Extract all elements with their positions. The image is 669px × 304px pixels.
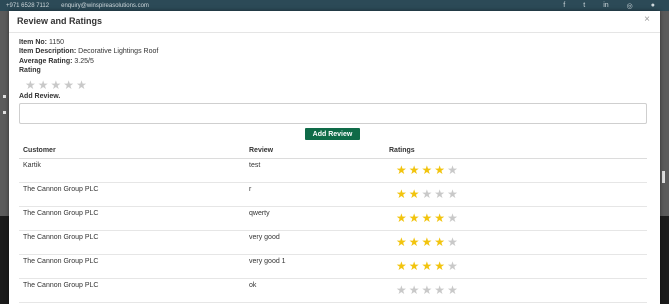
rating-stars: ★★★★★ xyxy=(396,211,460,225)
star-icon: ★ xyxy=(421,283,435,297)
table-body: Kartik test ★★★★★ The Cannon Group PLC r ★★★★… xyxy=(19,159,647,303)
customer-cell: The Cannon Group PLC xyxy=(23,210,99,217)
star-icon: ★ xyxy=(421,187,435,201)
customer-cell: Kartik xyxy=(23,162,41,169)
star-icon: ★ xyxy=(76,78,89,92)
customer-cell: The Cannon Group PLC xyxy=(23,258,99,265)
review-cell: qwerty xyxy=(249,210,270,217)
email-text: enquiry@winspireasolutions.com xyxy=(61,2,149,9)
item-no-value: 1150 xyxy=(48,39,65,46)
star-icon: ★ xyxy=(434,163,448,177)
star-icon: ★ xyxy=(447,259,460,273)
table-row: Kartik test ★★★★★ xyxy=(19,159,647,183)
header-ratings: Ratings xyxy=(389,147,415,154)
review-cell: very good 1 xyxy=(249,258,286,265)
reviews-table: Customer Review Ratings Kartik test ★★★★★ T… xyxy=(19,144,647,303)
table-row: The Cannon Group PLC r ★★★★★ xyxy=(19,183,647,207)
average-rating-row: Average Rating: 3.25/5 xyxy=(19,58,94,65)
star-icon: ★ xyxy=(408,259,422,273)
star-icon: ★ xyxy=(396,211,409,225)
star-icon: ★ xyxy=(447,187,460,201)
rating-stars: ★★★★★ xyxy=(396,163,460,177)
linkedin-icon[interactable]: in xyxy=(603,2,608,9)
header-review: Review xyxy=(249,147,274,154)
customer-cell: The Cannon Group PLC xyxy=(23,234,99,241)
star-icon: ★ xyxy=(408,163,422,177)
star-icon: ★ xyxy=(421,235,435,249)
star-icon: ★ xyxy=(434,283,448,297)
star-icon: ★ xyxy=(37,78,51,92)
star-icon: ★ xyxy=(408,187,422,201)
star-icon: ★ xyxy=(396,187,409,201)
facebook-icon[interactable]: f xyxy=(563,2,565,9)
table-row: The Cannon Group PLC ok ★★★★★ xyxy=(19,279,647,303)
star-icon: ★ xyxy=(408,283,422,297)
star-icon: ★ xyxy=(434,187,448,201)
rating-stars: ★★★★★ xyxy=(396,283,460,297)
backdrop-mark xyxy=(662,171,665,183)
average-rating-value: 3.25/5 xyxy=(74,58,94,65)
contact-info: +971 6528 7112 enquiry@winspireasolution… xyxy=(6,3,149,9)
item-no-label: Item No: xyxy=(19,39,47,46)
item-description-label: Item Description: xyxy=(19,48,77,55)
item-description-row: Item Description: Decorative Lightings R… xyxy=(19,48,158,55)
table-row: The Cannon Group PLC very good ★★★★★ xyxy=(19,231,647,255)
header-customer: Customer xyxy=(23,147,56,154)
review-cell: ok xyxy=(249,282,257,289)
star-icon: ★ xyxy=(447,235,460,249)
item-no-row: Item No: 1150 xyxy=(19,39,64,46)
star-icon: ★ xyxy=(447,211,460,225)
star-icon: ★ xyxy=(447,163,460,177)
top-contact-bar: +971 6528 7112 enquiry@winspireasolution… xyxy=(0,0,669,11)
star-icon: ★ xyxy=(63,78,77,92)
star-icon: ★ xyxy=(421,259,435,273)
review-cell: r xyxy=(249,186,252,193)
review-input[interactable] xyxy=(19,103,647,124)
review-cell: test xyxy=(249,162,261,169)
backdrop-mark xyxy=(3,111,6,114)
table-header: Customer Review Ratings xyxy=(19,144,647,159)
social-icons: f t in ◎ ● xyxy=(563,0,655,11)
item-description-value: Decorative Lightings Roof xyxy=(78,48,159,55)
star-icon: ★ xyxy=(408,235,422,249)
add-review-label: Add Review. xyxy=(19,93,61,100)
twitter-icon[interactable]: t xyxy=(583,2,585,9)
star-icon: ★ xyxy=(396,283,409,297)
star-icon: ★ xyxy=(434,259,448,273)
star-icon: ★ xyxy=(421,163,435,177)
table-row: The Cannon Group PLC very good 1 ★★★★★ xyxy=(19,255,647,279)
modal-title: Review and Ratings xyxy=(17,16,103,26)
star-icon: ★ xyxy=(434,211,448,225)
other-social-icon[interactable]: ● xyxy=(651,2,655,9)
phone-text: +971 6528 7112 xyxy=(6,2,50,9)
star-icon: ★ xyxy=(396,235,409,249)
star-icon: ★ xyxy=(447,283,460,297)
instagram-icon[interactable]: ◎ xyxy=(627,2,633,10)
customer-cell: The Cannon Group PLC xyxy=(23,282,99,289)
rating-label: Rating xyxy=(19,67,41,74)
rating-label-text: Rating xyxy=(19,67,41,74)
star-icon: ★ xyxy=(396,163,409,177)
rating-stars: ★★★★★ xyxy=(396,259,460,273)
star-icon: ★ xyxy=(421,211,435,225)
average-rating-label: Average Rating: xyxy=(19,58,73,65)
rating-input-stars[interactable]: ★★★★★ xyxy=(25,78,89,92)
add-review-button[interactable]: Add Review xyxy=(305,128,360,140)
table-row: The Cannon Group PLC qwerty ★★★★★ xyxy=(19,207,647,231)
star-icon: ★ xyxy=(408,211,422,225)
star-icon: ★ xyxy=(50,78,64,92)
header-divider xyxy=(9,32,660,33)
rating-stars: ★★★★★ xyxy=(396,235,460,249)
close-button[interactable]: × xyxy=(644,14,650,25)
star-icon: ★ xyxy=(396,259,409,273)
star-icon: ★ xyxy=(25,78,38,92)
rating-stars: ★★★★★ xyxy=(396,187,460,201)
review-ratings-modal: Review and Ratings × Item No: 1150 Item … xyxy=(9,11,660,304)
customer-cell: The Cannon Group PLC xyxy=(23,186,99,193)
backdrop-mark xyxy=(3,95,6,98)
star-icon: ★ xyxy=(434,235,448,249)
review-cell: very good xyxy=(249,234,280,241)
